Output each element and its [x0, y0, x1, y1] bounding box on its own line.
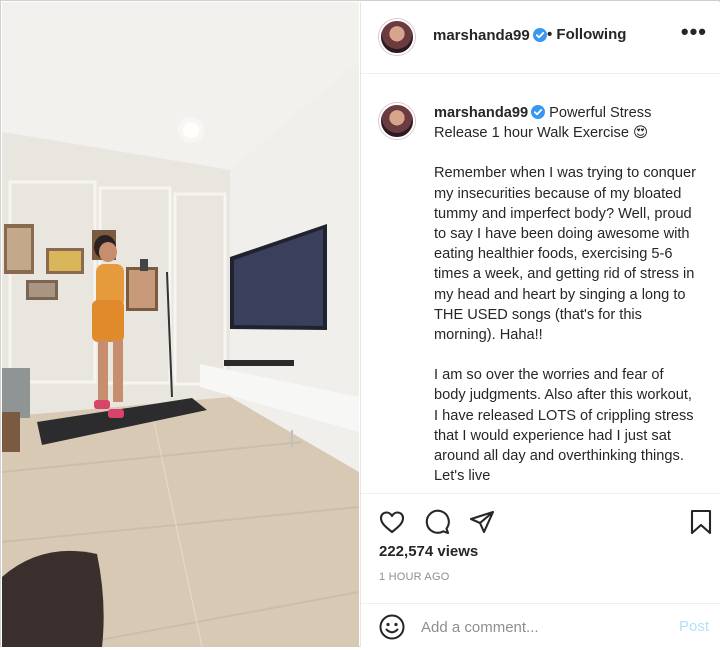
- bookmark-icon[interactable]: [687, 508, 715, 536]
- post-media-image[interactable]: [2, 2, 359, 647]
- add-comment-bar: Post: [361, 603, 720, 650]
- room-scene-illustration: [2, 2, 359, 647]
- post-caption: marshanda99 Powerful Stress Release 1 ho…: [434, 103, 696, 493]
- more-options-icon[interactable]: •••: [681, 21, 707, 43]
- author-avatar[interactable]: [379, 19, 415, 55]
- post-header: marshanda99 • Following •••: [361, 2, 720, 74]
- author-username[interactable]: marshanda99: [433, 27, 547, 44]
- comment-icon[interactable]: [423, 508, 451, 536]
- emoji-icon[interactable]: [378, 613, 406, 641]
- caption-paragraph: I am so over the worries and fear of bod…: [434, 367, 694, 485]
- heart-icon[interactable]: [378, 508, 406, 536]
- post-timestamp[interactable]: 1 HOUR AGO: [379, 571, 449, 583]
- instagram-post-window: marshanda99 • Following ••• marshanda99 …: [0, 0, 720, 647]
- caption-author-avatar[interactable]: [379, 103, 415, 139]
- verified-badge-icon: [531, 105, 546, 119]
- verified-badge-icon: [532, 28, 547, 42]
- caption-paragraph: Remember when I was trying to conquer my…: [434, 165, 696, 344]
- share-icon[interactable]: [468, 508, 496, 536]
- post-side-panel: marshanda99 • Following ••• marshanda99 …: [360, 2, 720, 647]
- following-status-button[interactable]: • Following: [547, 26, 626, 43]
- caption-scroll-area[interactable]: marshanda99 Powerful Stress Release 1 ho…: [361, 75, 720, 493]
- post-actions: 222,574 views 1 HOUR AGO Post: [361, 493, 720, 649]
- post-comment-button[interactable]: Post: [679, 618, 709, 635]
- view-count[interactable]: 222,574 views: [379, 543, 478, 560]
- caption-username[interactable]: marshanda99: [434, 105, 546, 121]
- comment-input[interactable]: [421, 613, 661, 641]
